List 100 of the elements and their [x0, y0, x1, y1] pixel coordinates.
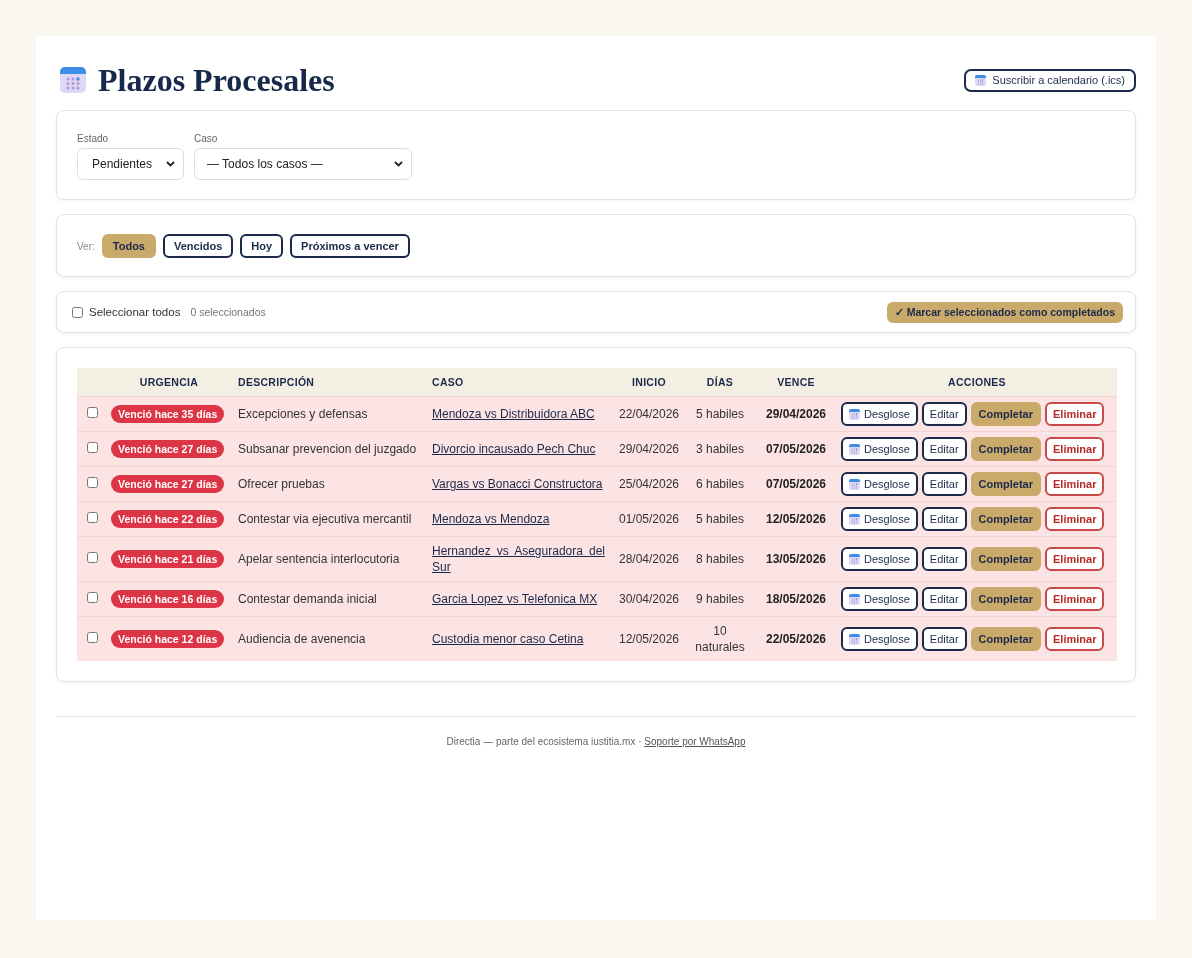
- complete-button[interactable]: Completar: [970, 587, 1041, 611]
- days-cell: 5 habiles: [685, 501, 755, 537]
- description-cell: Contestar via ejecutiva mercantil: [229, 501, 423, 537]
- delete-button[interactable]: Eliminar: [1045, 472, 1105, 496]
- description-cell: Ofrecer pruebas: [229, 466, 423, 502]
- breakdown-button[interactable]: Desglose: [841, 472, 918, 496]
- edit-button[interactable]: Editar: [921, 472, 967, 496]
- column-header: CASO: [423, 368, 613, 397]
- column-header: ACCIONES: [837, 368, 1117, 397]
- column-header: VENCE: [755, 368, 837, 397]
- delete-button[interactable]: Eliminar: [1045, 627, 1105, 651]
- due-date-cell: 13/05/2026: [755, 536, 837, 582]
- filter-chip[interactable]: Hoy: [240, 234, 284, 258]
- column-header: INICIO: [613, 368, 685, 397]
- delete-button[interactable]: Eliminar: [1045, 437, 1105, 461]
- start-date-cell: 22/04/2026: [613, 396, 685, 432]
- description-cell: Apelar sentencia interlocutoria: [229, 536, 423, 582]
- column-header: DÍAS: [685, 368, 755, 397]
- description-cell: Contestar demanda inicial: [229, 581, 423, 617]
- caret-icon: [394, 161, 403, 167]
- days-cell: 9 habiles: [685, 581, 755, 617]
- overdue-badge: Venció hace 16 días: [111, 590, 225, 608]
- due-date-cell: 18/05/2026: [755, 581, 837, 617]
- overdue-badge: Venció hace 21 días: [111, 550, 225, 568]
- breakdown-button[interactable]: Desglose: [841, 437, 918, 461]
- select-all-label[interactable]: Seleccionar todos: [89, 306, 181, 318]
- calendar-icon: [849, 443, 860, 455]
- breakdown-button[interactable]: Desglose: [841, 627, 918, 651]
- row-checkbox[interactable]: [87, 632, 98, 643]
- caret-icon: [166, 161, 175, 167]
- overdue-badge: Venció hace 12 días: [111, 630, 225, 648]
- edit-button[interactable]: Editar: [921, 402, 967, 426]
- whatsapp-support-link[interactable]: Soporte por WhatsApp: [644, 736, 746, 747]
- days-cell: 5 habiles: [685, 396, 755, 432]
- filter-label: Estado: [77, 133, 110, 145]
- page-title: Plazos Procesales: [98, 64, 335, 96]
- due-date-cell: 12/05/2026: [755, 501, 837, 537]
- days-cell: 6 habiles: [685, 466, 755, 502]
- complete-button[interactable]: Completar: [970, 507, 1041, 531]
- filter-chip[interactable]: Vencidos: [163, 234, 234, 258]
- start-date-cell: 01/05/2026: [613, 501, 685, 537]
- footer-text: Directia — parte del ecosistema iustitia.mx · Soporte por WhatsApp: [445, 736, 747, 747]
- calendar-icon: [849, 478, 860, 490]
- complete-button[interactable]: Completar: [970, 402, 1041, 426]
- column-header: DESCRIPCIÓN: [229, 368, 423, 397]
- selected-count: 0 seleccionados: [190, 306, 266, 318]
- row-checkbox[interactable]: [87, 407, 98, 418]
- column-header: URGENCIA: [109, 368, 229, 397]
- calendar-icon: [849, 513, 860, 525]
- breakdown-button[interactable]: Desglose: [841, 402, 918, 426]
- due-date-cell: 07/05/2026: [755, 466, 837, 502]
- complete-button[interactable]: Completar: [970, 547, 1041, 571]
- days-cell: 8 habiles: [685, 536, 755, 582]
- mark-completed-button[interactable]: ✓ Marcar seleccionados como completados: [886, 301, 1123, 323]
- due-date-cell: 29/04/2026: [755, 396, 837, 432]
- description-cell: Subsanar prevencion del juzgado: [229, 431, 423, 467]
- edit-button[interactable]: Editar: [921, 507, 967, 531]
- start-date-cell: 12/05/2026: [613, 616, 685, 661]
- due-date-cell: 22/05/2026: [755, 616, 837, 661]
- row-checkbox[interactable]: [87, 552, 98, 563]
- breakdown-button[interactable]: Desglose: [841, 587, 918, 611]
- breakdown-button[interactable]: Desglose: [841, 547, 918, 571]
- filter-label: Caso: [194, 133, 219, 145]
- delete-button[interactable]: Eliminar: [1045, 507, 1105, 531]
- row-checkbox[interactable]: [87, 512, 98, 523]
- edit-button[interactable]: Editar: [921, 547, 967, 571]
- filter-chip[interactable]: Próximos a vencer: [290, 234, 410, 258]
- breakdown-button[interactable]: Desglose: [841, 507, 918, 531]
- case-dropdown[interactable]: — Todos los casos —: [194, 148, 412, 180]
- select-all-checkbox[interactable]: [72, 306, 83, 318]
- description-cell: Audiencia de avenencia: [229, 616, 423, 661]
- row-checkbox[interactable]: [87, 477, 98, 488]
- calendar-icon: [60, 67, 86, 93]
- row-checkbox[interactable]: [87, 592, 98, 603]
- days-cell: 10 naturales: [685, 616, 755, 661]
- delete-button[interactable]: Eliminar: [1045, 587, 1105, 611]
- calendar-icon: [849, 633, 860, 645]
- delete-button[interactable]: Eliminar: [1045, 402, 1105, 426]
- complete-button[interactable]: Completar: [970, 472, 1041, 496]
- complete-button[interactable]: Completar: [970, 627, 1041, 651]
- calendar-icon: [849, 553, 860, 565]
- overdue-badge: Venció hace 22 días: [111, 510, 225, 528]
- edit-button[interactable]: Editar: [921, 627, 967, 651]
- overdue-badge: Venció hace 27 días: [111, 475, 225, 493]
- days-cell: 3 habiles: [685, 431, 755, 467]
- description-cell: Excepciones y defensas: [229, 396, 423, 432]
- calendar-icon: [849, 593, 860, 605]
- filter-chip[interactable]: Todos: [101, 234, 156, 258]
- start-date-cell: 25/04/2026: [613, 466, 685, 502]
- edit-button[interactable]: Editar: [921, 587, 967, 611]
- subscribe-calendar-button[interactable]: Suscribir a calendario (.ics): [964, 68, 1136, 92]
- delete-button[interactable]: Eliminar: [1045, 547, 1105, 571]
- start-date-cell: 30/04/2026: [613, 581, 685, 617]
- start-date-cell: 28/04/2026: [613, 536, 685, 582]
- row-checkbox[interactable]: [87, 442, 98, 453]
- status-dropdown[interactable]: Pendientes: [77, 148, 184, 180]
- view-label: Ver:: [77, 240, 95, 252]
- edit-button[interactable]: Editar: [921, 437, 967, 461]
- complete-button[interactable]: Completar: [970, 437, 1041, 461]
- overdue-badge: Venció hace 35 días: [111, 405, 225, 423]
